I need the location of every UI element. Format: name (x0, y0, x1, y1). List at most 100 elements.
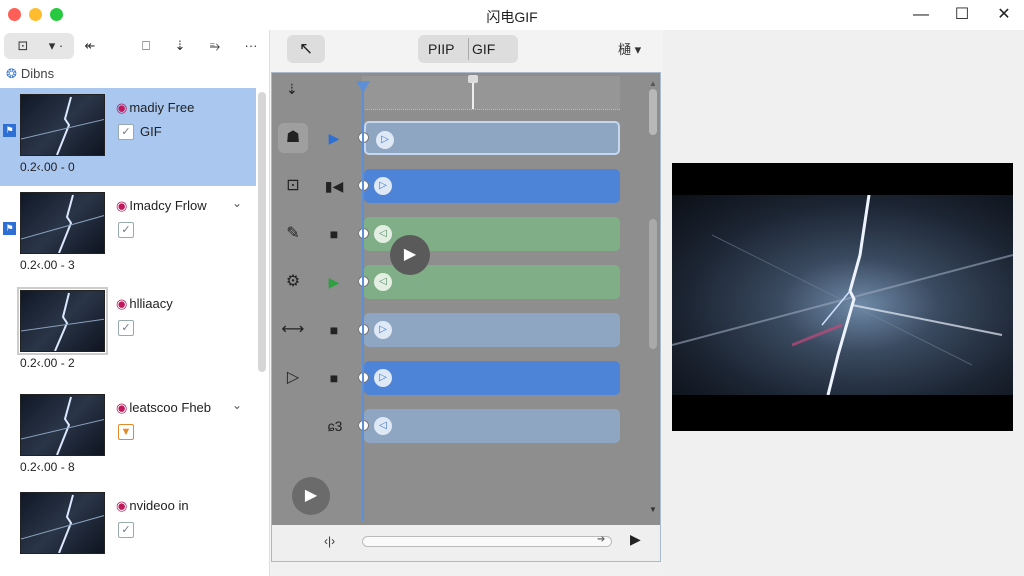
play-overlay-button[interactable]: ▶ (390, 235, 430, 275)
chevron-down-icon[interactable]: ⌄ (232, 398, 242, 412)
flag-icon: ⚑ (3, 124, 16, 137)
stamp-icon[interactable]: ☗ (278, 123, 308, 153)
dropdown-icon[interactable]: ▾ · (42, 34, 70, 58)
export-icon[interactable]: ⥱ (205, 34, 225, 58)
record-icon: ◉ (116, 100, 128, 115)
video-thumbnail (20, 192, 105, 254)
timeline-area: ⇣ ☗ ▶ ▷ ⊡ ▮◀ ▷ ✎ ■ ◁ ⚙ ▶ ◁ ⟷ ■ ▷ ▷ ■ ▷ ɕ… (271, 72, 661, 562)
record-icon: ◉ (116, 296, 128, 311)
item-time: 0.2‹.00 - 8 (20, 460, 75, 474)
section-header: ❂ Dibns (6, 66, 54, 82)
clip-marker-icon: ▷ (374, 177, 392, 195)
item-name: ◉ Imadcy Frlow (116, 198, 207, 213)
play-icon[interactable]: ▶ (324, 272, 344, 292)
clip-marker-icon: ◁ (374, 417, 392, 435)
stop-icon[interactable]: ■ (324, 368, 344, 388)
snap-icon[interactable]: ⇣ (286, 81, 298, 98)
horizontal-scrollbar[interactable]: ➔ (362, 534, 612, 547)
stop-icon[interactable]: ■ (324, 224, 344, 244)
timeline-clip[interactable]: ▷ (364, 313, 620, 347)
download-icon[interactable]: ⇣ (170, 34, 190, 58)
item-checkbox[interactable]: ✓ (118, 222, 134, 238)
chevron-down-icon[interactable]: ⌄ (232, 196, 242, 210)
timeline-clip[interactable]: ▷ (364, 169, 620, 203)
track-row: ⊡ ▮◀ ▷ (272, 169, 622, 203)
mode-switch: РІІР GIF (418, 35, 518, 63)
item-time: 0.2‹.00 - 2 (20, 356, 75, 370)
resize-icon[interactable]: ⟷ (278, 315, 308, 345)
undo-icon[interactable]: ↞ (80, 34, 100, 58)
back-button[interactable]: ↖ (287, 35, 325, 63)
preview-panel (663, 30, 1024, 576)
pencil-icon[interactable]: ✎ (278, 219, 308, 249)
item-time: 0.2‹.00 - 0 (20, 160, 75, 174)
timeline-panel: ↖ РІІР GIF 樋 ▾ ⇣ ☗ ▶ ▷ ⊡ ▮◀ ▷ ✎ ■ ◁ ⚙ ▶ … (271, 30, 663, 576)
section-title: Dibns (20, 66, 55, 81)
track-row: ⟷ ■ ▷ (272, 313, 622, 347)
item-checkbox[interactable]: ✓ (118, 320, 134, 336)
list-item[interactable]: ◉ nvideoo in ✓ (0, 486, 256, 576)
lightning-image (672, 194, 1013, 396)
clip-marker-icon: ▷ (374, 369, 392, 387)
clip-marker-icon: ▷ (376, 131, 394, 149)
gear-icon[interactable]: ⚙ (278, 267, 308, 297)
timeline-scrollbar[interactable]: ▲ ▼ (648, 79, 658, 514)
track-row: ɕ3 ◁ (272, 409, 622, 443)
window-title: 闪电GIF (486, 9, 538, 25)
play-button[interactable]: ▶ (292, 477, 330, 515)
maximize-button[interactable]: ☐ (947, 4, 977, 26)
item-time: 0.2‹.00 - 3 (20, 258, 75, 272)
scroll-up-icon[interactable]: ▲ (649, 79, 657, 88)
segment-divider (468, 38, 469, 60)
gif-label: GIF (140, 124, 162, 139)
import-icon[interactable]: ⊡ (10, 34, 36, 58)
scroll-down-icon[interactable]: ▼ (649, 505, 657, 514)
step-icon[interactable]: ▮◀ (324, 176, 344, 196)
item-checkbox[interactable]: ✓ (118, 124, 134, 140)
mode-gif-tab[interactable]: GIF (472, 35, 512, 63)
triangle-icon[interactable]: ▷ (278, 363, 308, 393)
document-icon[interactable]: ⎕ (136, 34, 156, 58)
video-preview[interactable] (672, 163, 1013, 431)
view-menu-button[interactable]: 樋 ▾ (618, 39, 641, 58)
playhead-handle[interactable] (356, 81, 370, 93)
mode-video-tab[interactable]: РІІР (428, 35, 468, 63)
range-marker[interactable] (468, 75, 478, 109)
list-item[interactable]: ◉ hlliaacy ✓ 0.2‹.00 - 2 (0, 284, 256, 382)
timeline-clip[interactable]: ◁ (364, 409, 620, 443)
track-row: ▷ ■ ▷ (272, 361, 622, 395)
media-list-panel: ⊡ ▾ · ↞ ⎕ ⇣ ⥱ ··· ❂ Dibns ⚑ ◉ madiy Free ✓… (0, 30, 270, 576)
scroll-thumb[interactable] (649, 89, 657, 135)
scroll-thumb[interactable] (649, 219, 657, 349)
list-item[interactable]: ◉ leatscoo Fheb ⌄ ▼ 0.2‹.00 - 8 (0, 388, 256, 486)
list-item[interactable]: ⚑ ◉ madiy Free ✓ GIF 0.2‹.00 - 0 (0, 88, 256, 186)
video-thumbnail (20, 492, 105, 554)
item-checkbox[interactable]: ✓ (118, 522, 134, 538)
list-item[interactable]: ⚑ ◉ Imadcy Frlow ⌄ ✓ 0.2‹.00 - 3 (0, 186, 256, 284)
play-end-button[interactable]: ▶ (630, 531, 641, 548)
list-scrollbar[interactable] (258, 92, 266, 372)
clip-marker-icon: ▷ (374, 321, 392, 339)
minimize-button[interactable]: — (906, 4, 936, 26)
playhead-line[interactable] (362, 81, 364, 521)
flag-icon: ⚑ (3, 222, 16, 235)
close-button[interactable]: ✕ (989, 4, 1019, 26)
item-name: ◉ madiy Free (116, 100, 195, 115)
record-icon: ◉ (116, 498, 128, 513)
more-icon[interactable]: ··· (238, 34, 264, 58)
time-ruler[interactable] (362, 76, 620, 110)
record-icon: ◉ (116, 400, 128, 415)
play-icon[interactable]: ▶ (324, 128, 344, 148)
track-row: ☗ ▶ ▷ (272, 121, 622, 155)
timeline-clip[interactable]: ▷ (364, 361, 620, 395)
track-label: ɕ3 (327, 418, 343, 434)
horizontal-scroll-bar: ‹|› ➔ ▶ (272, 525, 660, 561)
video-thumbnail (20, 94, 105, 156)
item-checkbox[interactable]: ▼ (118, 424, 134, 440)
globe-icon: ❂ (6, 66, 17, 81)
split-icon[interactable]: ‹|› (324, 534, 335, 548)
timeline-clip[interactable]: ▷ (364, 121, 620, 155)
stop-icon[interactable]: ■ (324, 320, 344, 340)
track-row: ✎ ■ ◁ (272, 217, 622, 251)
frame-icon[interactable]: ⊡ (278, 171, 308, 201)
